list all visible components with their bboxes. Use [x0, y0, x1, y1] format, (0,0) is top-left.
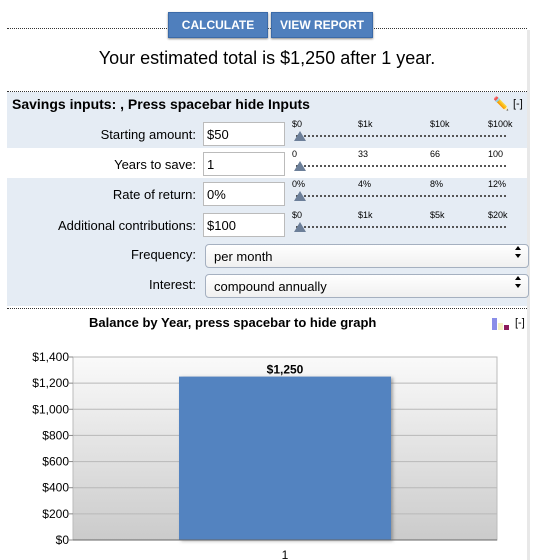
- updown-icon: [514, 245, 522, 269]
- pencil-icon[interactable]: ✏️: [493, 96, 509, 112]
- estimated-total: Your estimated total is $1,250 after 1 y…: [98, 48, 436, 68]
- slider-tick: 100: [488, 149, 504, 159]
- slider-tick: 66: [430, 149, 441, 159]
- slider-tick: 8%: [430, 179, 444, 189]
- bar: [179, 376, 391, 540]
- y-tick-label: $400: [42, 481, 69, 495]
- input-field[interactable]: $100: [203, 213, 285, 237]
- input-slider[interactable]: 0 33 66 100: [292, 149, 520, 179]
- input-field[interactable]: 1: [203, 152, 285, 176]
- slider-tick: $100k: [488, 119, 513, 129]
- interest-select[interactable]: compound annually: [205, 274, 529, 298]
- graph-header[interactable]: Balance by Year, press spacebar to hide …: [89, 315, 376, 330]
- view-report-button[interactable]: VIEW REPORT: [271, 12, 373, 38]
- input-field[interactable]: $50: [203, 122, 285, 146]
- y-tick-label: $1,400: [32, 350, 69, 364]
- slider-tick: 33: [358, 149, 369, 159]
- input-label: Additional contributions:: [57, 218, 196, 233]
- slider-tick: 0: [292, 149, 298, 159]
- slider-tick: $5k: [430, 210, 445, 220]
- inputs-collapse-button[interactable]: [-]: [513, 98, 523, 110]
- interest-value: compound annually: [214, 279, 327, 294]
- slider-thumb[interactable]: [294, 191, 306, 201]
- y-tick-label: $800: [42, 428, 69, 442]
- slider-track: [296, 195, 506, 197]
- input-slider[interactable]: $0 $1k $5k $20k: [292, 210, 520, 240]
- input-label: Rate of return:: [112, 187, 196, 202]
- y-tick-label: $600: [42, 455, 69, 469]
- slider-tick: $10k: [430, 119, 450, 129]
- y-tick-label: $1,000: [32, 402, 69, 416]
- updown-icon: [514, 275, 522, 299]
- input-slider[interactable]: 0% 4% 8% 12%: [292, 179, 520, 209]
- slider-tick: $1k: [358, 119, 373, 129]
- slider-thumb[interactable]: [294, 161, 306, 171]
- input-label: Years to save:: [114, 157, 196, 172]
- slider-tick: 4%: [358, 179, 372, 189]
- bar-chart-icon[interactable]: [492, 317, 512, 335]
- slider-tick: $0: [292, 210, 303, 220]
- balance-chart: $0 $200 $400 $600 $800 $1,000 $1,200 $1,400 $1,2…: [32, 350, 498, 560]
- divider: [7, 308, 527, 309]
- slider-thumb[interactable]: [294, 222, 306, 232]
- frequency-select[interactable]: per month: [205, 244, 529, 268]
- y-tick-label: $200: [42, 507, 69, 521]
- x-tick-label: 1: [282, 548, 289, 560]
- slider-thumb[interactable]: [294, 131, 306, 141]
- slider-tick: $0: [292, 119, 303, 129]
- input-slider[interactable]: $0 $1k $10k $100k: [292, 119, 520, 149]
- y-tick-label: $0: [56, 533, 70, 547]
- slider-track: [296, 135, 506, 137]
- slider-track: [296, 165, 506, 167]
- slider-tick: 0%: [292, 179, 306, 189]
- interest-label: Interest:: [149, 277, 196, 292]
- input-label: Starting amount:: [100, 127, 196, 142]
- slider-tick: $20k: [488, 210, 508, 220]
- data-label: $1,250: [267, 363, 304, 377]
- y-tick-label: $1,200: [32, 376, 69, 390]
- frequency-label: Frequency:: [130, 247, 196, 262]
- slider-tick: 12%: [488, 179, 507, 189]
- calculate-button[interactable]: CALCULATE: [168, 12, 268, 38]
- inputs-header[interactable]: Savings inputs: , Press spacebar hide In…: [12, 96, 310, 112]
- slider-tick: $1k: [358, 210, 373, 220]
- slider-track: [296, 226, 506, 228]
- frequency-value: per month: [214, 249, 273, 264]
- input-field[interactable]: 0%: [203, 182, 285, 206]
- graph-collapse-button[interactable]: [-]: [515, 317, 525, 329]
